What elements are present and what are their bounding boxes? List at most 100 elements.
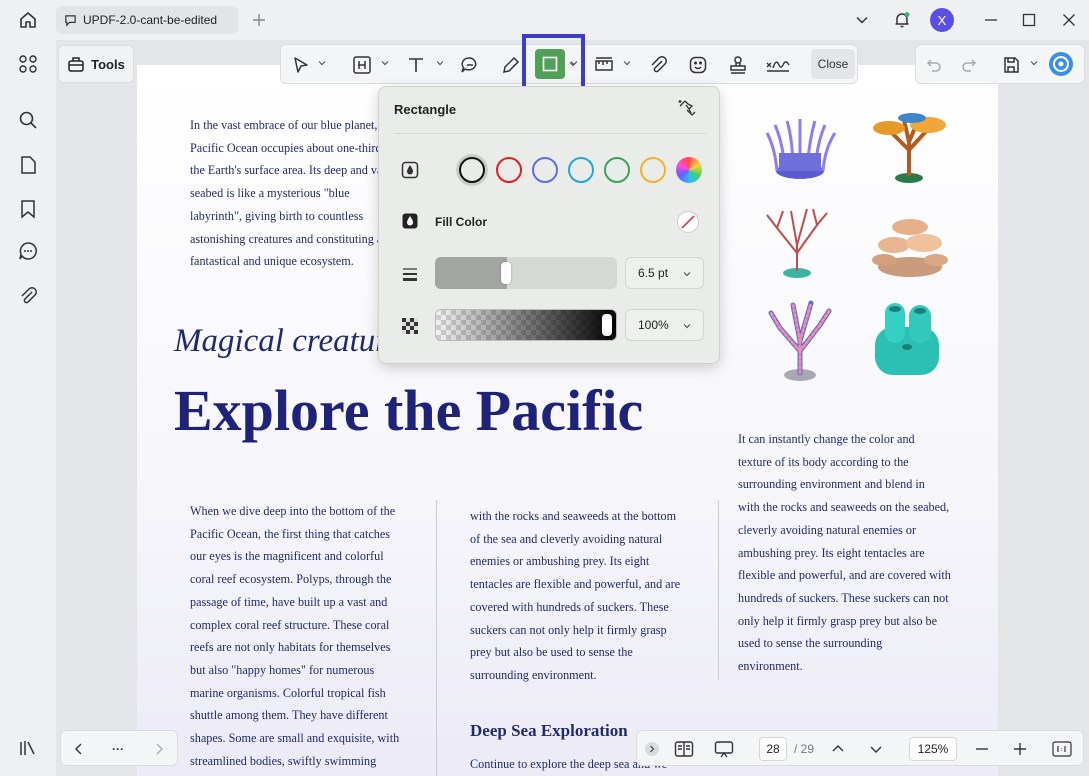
custom-color-picker-icon[interactable] bbox=[676, 157, 702, 183]
avatar[interactable]: X bbox=[930, 8, 954, 32]
chevron-up-icon[interactable] bbox=[829, 739, 847, 759]
column-1-text[interactable]: When we dive deep into the bottom of the… bbox=[190, 500, 430, 772]
panel-title: Rectangle bbox=[394, 102, 457, 117]
zoom-level-input[interactable]: 125% bbox=[909, 737, 957, 761]
chevron-down-icon[interactable] bbox=[1030, 59, 1038, 67]
rectangle-tool-button[interactable] bbox=[535, 49, 565, 79]
chevron-down-icon bbox=[683, 324, 691, 329]
no-fill-swatch[interactable] bbox=[677, 211, 699, 233]
page-navigation-bar: 28 / 29 125% bbox=[636, 730, 1084, 766]
chevron-down-icon[interactable] bbox=[623, 59, 631, 67]
toolbox-icon bbox=[68, 57, 84, 72]
stroke-color-blue-swatch[interactable] bbox=[532, 157, 558, 183]
expand-arrow-icon[interactable] bbox=[643, 739, 661, 759]
comments-icon[interactable] bbox=[16, 239, 40, 263]
new-tab-plus-icon[interactable] bbox=[250, 10, 268, 30]
maximize-icon[interactable] bbox=[1019, 10, 1039, 30]
stroke-color-icon bbox=[401, 161, 419, 179]
stroke-color-yellow-swatch[interactable] bbox=[640, 157, 666, 183]
rectangle-icon bbox=[542, 56, 558, 72]
document-tab[interactable]: UPDF-2.0-cant-be-edited bbox=[56, 6, 238, 34]
opacity-icon bbox=[401, 317, 419, 335]
chevron-down-icon[interactable] bbox=[852, 10, 872, 30]
chevron-down-icon[interactable] bbox=[436, 59, 444, 67]
ai-assistant-icon[interactable] bbox=[1048, 52, 1074, 76]
page-layout-icon[interactable] bbox=[673, 739, 695, 759]
tab-title: UPDF-2.0-cant-be-edited bbox=[83, 13, 218, 27]
chevron-down-icon[interactable] bbox=[318, 59, 326, 67]
bell-icon[interactable] bbox=[892, 10, 912, 30]
pin-icon[interactable] bbox=[677, 98, 699, 120]
stroke-color-cyan-swatch[interactable] bbox=[568, 157, 594, 183]
pink-coral-image bbox=[768, 300, 832, 381]
bookmark-icon[interactable] bbox=[16, 197, 40, 221]
section-heading[interactable]: Deep Sea Exploration bbox=[470, 721, 628, 741]
fill-color-icon bbox=[401, 212, 419, 230]
stroke-color-green-swatch[interactable] bbox=[604, 157, 630, 183]
opacity-slider[interactable] bbox=[435, 309, 617, 341]
stroke-width-value: 6.5 pt bbox=[638, 266, 669, 280]
right-toolbar bbox=[915, 44, 1085, 84]
stamp-icon[interactable] bbox=[727, 53, 749, 77]
column-2-text[interactable]: with the rocks and seaweeds at the botto… bbox=[470, 505, 710, 687]
column-divider bbox=[718, 500, 719, 680]
redo-icon[interactable] bbox=[959, 53, 979, 77]
opacity-slider-thumb[interactable] bbox=[602, 314, 612, 336]
sticker-icon[interactable] bbox=[687, 53, 709, 77]
attach-paperclip-icon[interactable] bbox=[647, 53, 669, 77]
chevron-left-icon[interactable] bbox=[71, 739, 87, 759]
current-page-input[interactable]: 28 bbox=[759, 737, 787, 761]
tools-button[interactable]: Tools bbox=[58, 45, 134, 83]
column-3-text[interactable]: It can instantly change the color and te… bbox=[738, 428, 978, 678]
page-icon[interactable] bbox=[16, 153, 40, 177]
fan-coral-image bbox=[873, 113, 946, 183]
actual-size-icon[interactable] bbox=[1051, 739, 1073, 759]
plate-coral-image bbox=[872, 219, 948, 277]
tools-label: Tools bbox=[91, 56, 125, 72]
highlight-icon[interactable] bbox=[351, 53, 373, 77]
page-title[interactable]: Explore the Pacific bbox=[174, 377, 643, 444]
save-icon[interactable] bbox=[1000, 53, 1022, 77]
home-icon[interactable] bbox=[14, 8, 42, 32]
select-cursor-icon[interactable] bbox=[291, 53, 311, 77]
stroke-width-slider-thumb[interactable] bbox=[501, 262, 511, 284]
stroke-width-slider[interactable] bbox=[435, 257, 617, 289]
stroke-width-dropdown[interactable]: 6.5 pt bbox=[625, 257, 704, 289]
stroke-color-black-swatch[interactable] bbox=[459, 157, 485, 183]
chevron-down-icon[interactable] bbox=[381, 59, 389, 67]
page-navigation-left: ··· bbox=[60, 730, 178, 766]
column-divider bbox=[436, 500, 437, 776]
total-pages-label: / 29 bbox=[793, 742, 814, 756]
stroke-width-icon bbox=[401, 265, 419, 283]
undo-icon[interactable] bbox=[924, 53, 944, 77]
stroke-width-slider-fill bbox=[435, 257, 507, 289]
divider bbox=[394, 133, 706, 134]
close-window-icon[interactable] bbox=[1059, 10, 1079, 30]
presentation-icon[interactable] bbox=[713, 739, 735, 759]
tube-coral-image bbox=[875, 303, 939, 375]
opacity-dropdown[interactable]: 100% bbox=[625, 309, 704, 341]
attachment-icon[interactable] bbox=[16, 284, 40, 308]
minimize-icon[interactable] bbox=[981, 10, 1001, 30]
more-pages-button[interactable]: ··· bbox=[107, 739, 129, 759]
sea-anemone-image bbox=[765, 119, 837, 179]
close-tool-button[interactable]: Close bbox=[811, 49, 855, 79]
text-tool-icon[interactable] bbox=[405, 53, 427, 77]
zoom-out-icon[interactable] bbox=[973, 739, 991, 759]
fill-color-label: Fill Color bbox=[435, 215, 487, 229]
branching-coral-image bbox=[766, 208, 828, 278]
comment-bubble-icon[interactable] bbox=[459, 53, 481, 77]
layers-icon[interactable] bbox=[16, 736, 40, 760]
signature-icon[interactable] bbox=[765, 53, 791, 77]
apps-grid-icon[interactable] bbox=[16, 52, 40, 76]
search-icon[interactable] bbox=[16, 108, 40, 132]
chevron-down-icon[interactable] bbox=[569, 60, 577, 68]
comment-icon bbox=[65, 14, 76, 27]
zoom-in-icon[interactable] bbox=[1011, 739, 1029, 759]
left-sidebar bbox=[0, 40, 56, 776]
pen-icon[interactable] bbox=[500, 53, 522, 77]
measure-ruler-icon[interactable] bbox=[593, 53, 615, 77]
chevron-right-icon[interactable] bbox=[151, 739, 167, 759]
stroke-color-red-swatch[interactable] bbox=[496, 157, 522, 183]
chevron-down-icon[interactable] bbox=[867, 739, 885, 759]
